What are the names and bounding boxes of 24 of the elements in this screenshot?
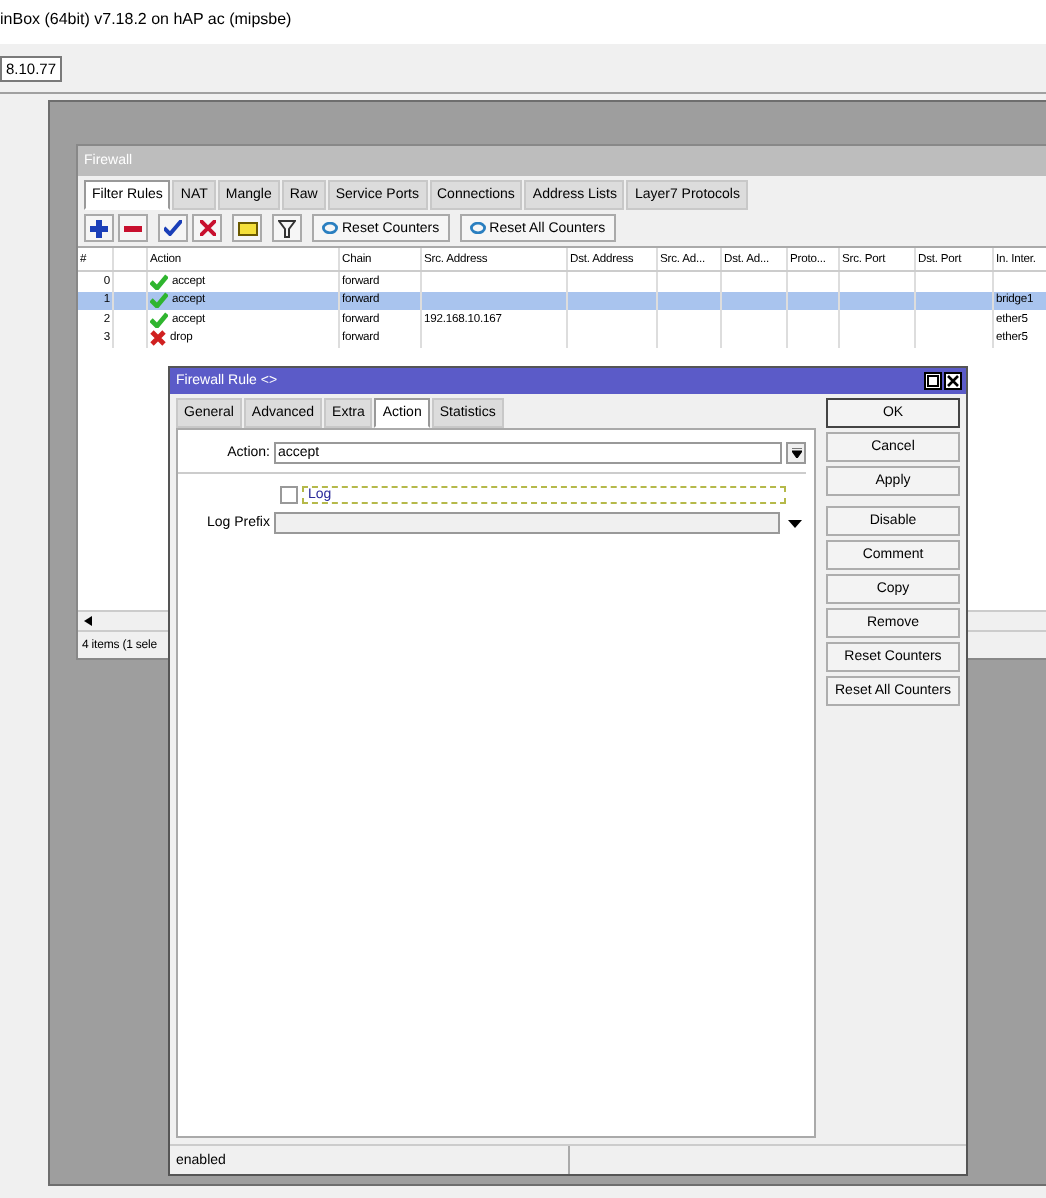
disable-button[interactable] [192,214,222,242]
scroll-left-icon [84,616,92,626]
remove-button[interactable] [118,214,148,242]
reset-icon [322,222,338,234]
reset-icon [469,222,486,234]
log-prefix-field[interactable] [274,512,780,534]
cross-icon [199,220,215,236]
dropdown-arrow-icon [791,448,801,458]
check-icon [164,220,182,236]
app-title: inBox (64bit) v7.18.2 on hAP ac (mipsbe) [0,0,1046,44]
minus-icon [124,225,142,231]
maximize-icon[interactable] [924,372,942,390]
dropdown-arrow-icon[interactable] [788,519,802,527]
log-checkbox[interactable] [280,486,298,504]
filter-button[interactable] [272,214,302,242]
add-button[interactable] [84,214,114,242]
note-icon [237,221,257,235]
cross-icon [150,330,166,347]
comment-button[interactable] [232,214,262,242]
plus-icon [90,219,108,237]
dropdown-button[interactable] [786,442,806,464]
close-icon[interactable] [944,372,962,390]
filter-icon [278,219,296,237]
enable-button[interactable] [158,214,188,242]
